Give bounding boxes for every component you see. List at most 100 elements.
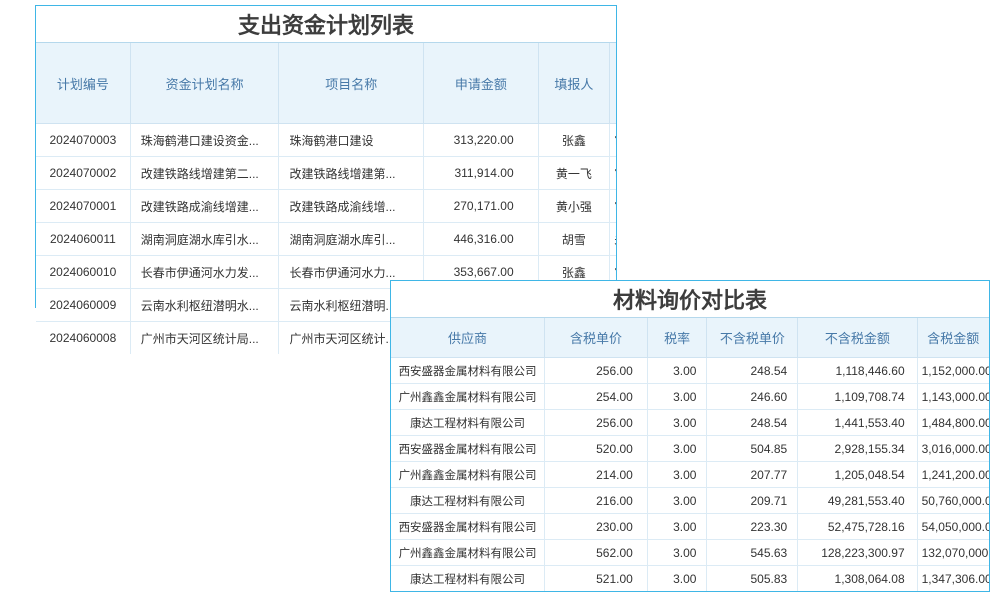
request-amount-value: 446,316.00 (424, 223, 539, 256)
fund-plan-name-link[interactable]: 云南水利枢纽潜明水... (130, 289, 279, 322)
unit-price-with-tax-value: 521.00 (545, 566, 648, 592)
unit-price-with-tax-value: 256.00 (545, 358, 648, 384)
plan-id-link[interactable]: 2024060009 (36, 289, 130, 322)
amount-without-tax-value: 1,118,446.60 (798, 358, 917, 384)
table-header: 计划编号资金计划名称项目名称申请金额填报人流程状态 (36, 43, 616, 124)
amount-without-tax-value: 1,308,064.08 (798, 566, 917, 592)
tax-rate-value: 3.00 (647, 462, 707, 488)
fund-plan-name-link[interactable]: 改建铁路线增建第二... (130, 157, 279, 190)
supplier-link[interactable]: 西安盛器金属材料有限公司 (391, 358, 545, 384)
fund-plan-name-link[interactable]: 湖南洞庭湖水库引水... (130, 223, 279, 256)
plan-id-link[interactable]: 2024060010 (36, 256, 130, 289)
table-row: 康达工程材料有限公司216.003.00209.7149,281,553.405… (391, 488, 989, 514)
project-name-link[interactable]: 湖南洞庭湖水库引... (279, 223, 424, 256)
material-inquiry-panel: 材料询价对比表 供应商含税单价税率不含税单价不含税金额含税金额 西安盛器金属材料… (390, 280, 990, 592)
table-row: 广州鑫鑫金属材料有限公司214.003.00207.771,205,048.54… (391, 462, 989, 488)
reporter-link[interactable]: 黄一飞 (538, 157, 610, 190)
plan-id-link[interactable]: 2024070001 (36, 190, 130, 223)
plan-id-link[interactable]: 2024060011 (36, 223, 130, 256)
unit-price-without-tax-value: 545.63 (707, 540, 798, 566)
column-header: 流程状态 (610, 43, 616, 124)
amount-without-tax-value: 1,205,048.54 (798, 462, 917, 488)
unit-price-without-tax-value: 248.54 (707, 410, 798, 436)
amount-with-tax-value: 1,241,200.00 (917, 462, 989, 488)
column-header: 不含税金额 (798, 318, 917, 358)
supplier-link[interactable]: 广州鑫鑫金属材料有限公司 (391, 462, 545, 488)
tax-rate-value: 3.00 (647, 488, 707, 514)
amount-without-tax-value: 1,441,553.40 (798, 410, 917, 436)
table-row: 康达工程材料有限公司256.003.00248.541,441,553.401,… (391, 410, 989, 436)
unit-price-with-tax-value: 254.00 (545, 384, 648, 410)
table-body: 西安盛器金属材料有限公司256.003.00248.541,118,446.60… (391, 358, 989, 592)
plan-id-link[interactable]: 2024070003 (36, 124, 130, 157)
amount-with-tax-value: 1,143,000.00 (917, 384, 989, 410)
status-badge: 审批通过 (610, 124, 616, 157)
unit-price-without-tax-value: 207.77 (707, 462, 798, 488)
plan-id-link[interactable]: 2024070002 (36, 157, 130, 190)
expenditure-fund-plan-panel: 支出资金计划列表 计划编号资金计划名称项目名称申请金额填报人流程状态 20240… (35, 5, 617, 308)
table-header-row: 供应商含税单价税率不含税单价不含税金额含税金额 (391, 318, 989, 358)
tax-rate-value: 3.00 (647, 384, 707, 410)
request-amount-value: 311,914.00 (424, 157, 539, 190)
status-badge: 未提交 (610, 223, 616, 256)
status-badge: 审批通过 (610, 190, 616, 223)
fund-plan-name-link[interactable]: 长春市伊通河水力发... (130, 256, 279, 289)
reporter-link[interactable]: 张鑫 (538, 124, 610, 157)
unit-price-with-tax-value: 520.00 (545, 436, 648, 462)
amount-with-tax-value: 132,070,000.00 (917, 540, 989, 566)
amount-with-tax-value: 3,016,000.00 (917, 436, 989, 462)
amount-without-tax-value: 2,928,155.34 (798, 436, 917, 462)
supplier-link[interactable]: 广州鑫鑫金属材料有限公司 (391, 384, 545, 410)
unit-price-with-tax-value: 216.00 (545, 488, 648, 514)
table-row: 2024070001改建铁路成渝线增建...改建铁路成渝线增...270,171… (36, 190, 616, 223)
supplier-link[interactable]: 康达工程材料有限公司 (391, 566, 545, 592)
unit-price-without-tax-value: 505.83 (707, 566, 798, 592)
unit-price-without-tax-value: 246.60 (707, 384, 798, 410)
column-header: 计划编号 (36, 43, 130, 124)
unit-price-with-tax-value: 214.00 (545, 462, 648, 488)
supplier-link[interactable]: 康达工程材料有限公司 (391, 410, 545, 436)
request-amount-value: 270,171.00 (424, 190, 539, 223)
reporter-link[interactable]: 胡雪 (538, 223, 610, 256)
table-header-row: 计划编号资金计划名称项目名称申请金额填报人流程状态 (36, 43, 616, 124)
table-row: 广州鑫鑫金属材料有限公司254.003.00246.601,109,708.74… (391, 384, 989, 410)
tax-rate-value: 3.00 (647, 540, 707, 566)
project-name-link[interactable]: 珠海鹤港口建设 (279, 124, 424, 157)
status-badge: 审批通过 (610, 157, 616, 190)
unit-price-without-tax-value: 504.85 (707, 436, 798, 462)
plan-id-link[interactable]: 2024060008 (36, 322, 130, 355)
project-name-link[interactable]: 改建铁路线增建第... (279, 157, 424, 190)
expenditure-table-title: 支出资金计划列表 (36, 6, 616, 43)
tax-rate-value: 3.00 (647, 358, 707, 384)
amount-with-tax-value: 1,347,306.00 (917, 566, 989, 592)
column-header: 项目名称 (279, 43, 424, 124)
column-header: 资金计划名称 (130, 43, 279, 124)
amount-with-tax-value: 50,760,000.00 (917, 488, 989, 514)
supplier-link[interactable]: 康达工程材料有限公司 (391, 488, 545, 514)
material-inquiry-table-title: 材料询价对比表 (391, 281, 989, 318)
fund-plan-name-link[interactable]: 广州市天河区统计局... (130, 322, 279, 355)
material-inquiry-comparison-table: 供应商含税单价税率不含税单价不含税金额含税金额 西安盛器金属材料有限公司256.… (391, 318, 989, 591)
fund-plan-name-link[interactable]: 改建铁路成渝线增建... (130, 190, 279, 223)
request-amount-value: 313,220.00 (424, 124, 539, 157)
amount-without-tax-value: 52,475,728.16 (798, 514, 917, 540)
table-header: 供应商含税单价税率不含税单价不含税金额含税金额 (391, 318, 989, 358)
project-name-link[interactable]: 改建铁路成渝线增... (279, 190, 424, 223)
supplier-link[interactable]: 广州鑫鑫金属材料有限公司 (391, 540, 545, 566)
tax-rate-value: 3.00 (647, 436, 707, 462)
column-header: 含税金额 (917, 318, 989, 358)
table-row: 西安盛器金属材料有限公司256.003.00248.541,118,446.60… (391, 358, 989, 384)
table-row: 2024060011湖南洞庭湖水库引水...湖南洞庭湖水库引...446,316… (36, 223, 616, 256)
supplier-link[interactable]: 西安盛器金属材料有限公司 (391, 436, 545, 462)
amount-without-tax-value: 1,109,708.74 (798, 384, 917, 410)
unit-price-with-tax-value: 562.00 (545, 540, 648, 566)
unit-price-without-tax-value: 248.54 (707, 358, 798, 384)
reporter-link[interactable]: 黄小强 (538, 190, 610, 223)
supplier-link[interactable]: 西安盛器金属材料有限公司 (391, 514, 545, 540)
column-header: 供应商 (391, 318, 545, 358)
tax-rate-value: 3.00 (647, 410, 707, 436)
table-row: 2024070002改建铁路线增建第二...改建铁路线增建第...311,914… (36, 157, 616, 190)
column-header: 申请金额 (424, 43, 539, 124)
fund-plan-name-link[interactable]: 珠海鹤港口建设资金... (130, 124, 279, 157)
unit-price-without-tax-value: 209.71 (707, 488, 798, 514)
